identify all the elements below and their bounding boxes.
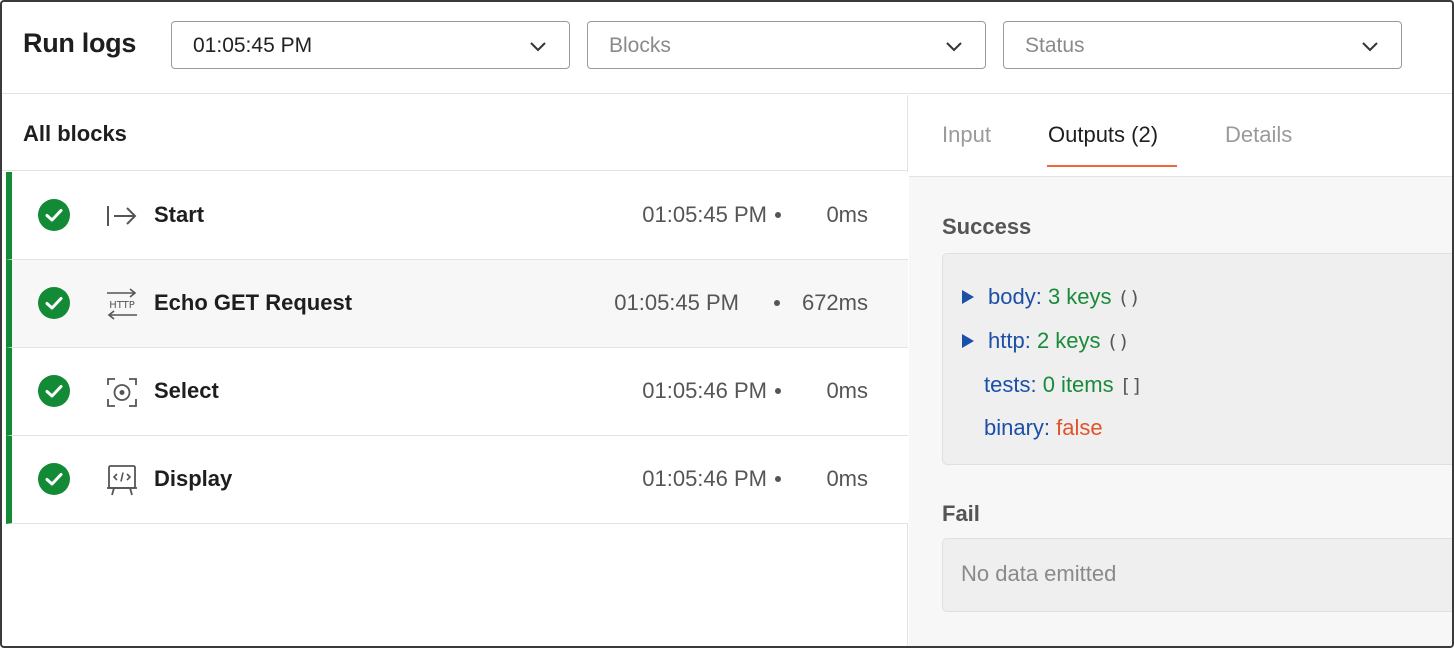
active-tab-indicator — [1047, 165, 1177, 167]
block-duration: 0ms — [826, 202, 868, 227]
separator-dot — [775, 476, 781, 482]
run-time-value: 01:05:45 PM — [193, 34, 313, 57]
block-time: 01:05:45 PM — [614, 290, 739, 315]
blocks-panel-heading: All blocks — [23, 121, 127, 146]
blocks-select[interactable]: Blocks — [587, 21, 986, 69]
blocks-panel: All blocks Start 01:05:45 PM 0ms HTTP Ec… — [2, 95, 908, 646]
chevron-down-icon — [946, 42, 962, 52]
separator-dot — [774, 300, 780, 306]
chevron-down-icon — [1362, 42, 1378, 52]
fail-empty-message: No data emitted — [961, 561, 1117, 586]
block-row-echo-get-request[interactable]: HTTP Echo GET Request 01:05:45 PM 672ms — [6, 260, 908, 348]
output-entry-binary: binary: false — [984, 415, 1103, 441]
run-time-select[interactable]: 01:05:45 PM — [171, 21, 570, 69]
success-check-icon — [38, 287, 70, 319]
fail-section-label: Fail — [942, 501, 980, 526]
details-tabs: Input Outputs (2) Details — [909, 95, 1452, 177]
chevron-down-icon — [530, 42, 546, 52]
output-key: body: — [988, 284, 1042, 309]
block-row-select[interactable]: Select 01:05:46 PM 0ms — [6, 348, 908, 436]
tab-input[interactable]: Input — [942, 122, 991, 148]
block-row-display[interactable]: Display 01:05:46 PM 0ms — [6, 436, 908, 524]
header-bar: Run logs 01:05:45 PM Blocks Status — [2, 2, 1452, 94]
block-name: Start — [154, 202, 205, 227]
expand-triangle-icon[interactable] — [961, 333, 975, 349]
svg-text:HTTP: HTTP — [109, 300, 135, 311]
expand-triangle-icon[interactable] — [961, 289, 975, 305]
success-check-icon — [38, 463, 70, 495]
blocks-select-placeholder: Blocks — [609, 34, 671, 57]
success-check-icon — [38, 375, 70, 407]
blocks-panel-header: All blocks — [2, 95, 908, 171]
output-value: false — [1056, 415, 1103, 440]
output-suffix: [] — [1119, 375, 1143, 397]
block-time: 01:05:46 PM — [642, 378, 767, 403]
output-value: 2 keys — [1036, 328, 1101, 353]
output-entry-body[interactable]: body: 3 keys () — [988, 284, 1141, 310]
separator-dot — [775, 212, 781, 218]
start-arrow-icon — [107, 206, 137, 226]
success-output-box: body: 3 keys () http: 2 keys () tests: 0… — [942, 253, 1452, 465]
fail-output-box: No data emitted — [942, 538, 1452, 612]
select-target-icon — [107, 378, 137, 407]
block-name: Echo GET Request — [154, 290, 353, 315]
output-key: tests: — [984, 372, 1037, 397]
output-value: 0 items — [1042, 372, 1114, 397]
status-select-placeholder: Status — [1025, 34, 1085, 57]
output-suffix: () — [1117, 287, 1141, 309]
success-section-label: Success — [942, 214, 1032, 239]
success-check-icon — [38, 199, 70, 231]
separator-dot — [775, 388, 781, 394]
details-panel: Input Outputs (2) Details Success body: … — [909, 95, 1452, 646]
run-logs-window: Run logs 01:05:45 PM Blocks Status All b… — [0, 0, 1454, 648]
block-duration: 0ms — [826, 466, 868, 491]
block-row-start[interactable]: Start 01:05:45 PM 0ms — [6, 172, 908, 260]
http-icon: HTTP — [107, 288, 137, 320]
output-key: http: — [988, 328, 1031, 353]
tab-outputs[interactable]: Outputs (2) — [1048, 122, 1158, 148]
block-name: Display — [154, 466, 233, 491]
output-entry-http[interactable]: http: 2 keys () — [988, 328, 1130, 354]
output-key: binary: — [984, 415, 1051, 440]
display-code-icon — [107, 465, 137, 496]
tab-details[interactable]: Details — [1225, 122, 1292, 148]
output-value: 3 keys — [1047, 284, 1112, 309]
block-time: 01:05:46 PM — [642, 466, 767, 491]
output-entry-tests: tests: 0 items [] — [984, 372, 1143, 398]
page-title: Run logs — [23, 28, 137, 58]
block-duration: 672ms — [801, 290, 868, 315]
status-select[interactable]: Status — [1003, 21, 1402, 69]
block-time: 01:05:45 PM — [642, 202, 767, 227]
block-duration: 0ms — [826, 378, 868, 403]
output-suffix: () — [1106, 331, 1130, 353]
block-name: Select — [154, 378, 219, 403]
